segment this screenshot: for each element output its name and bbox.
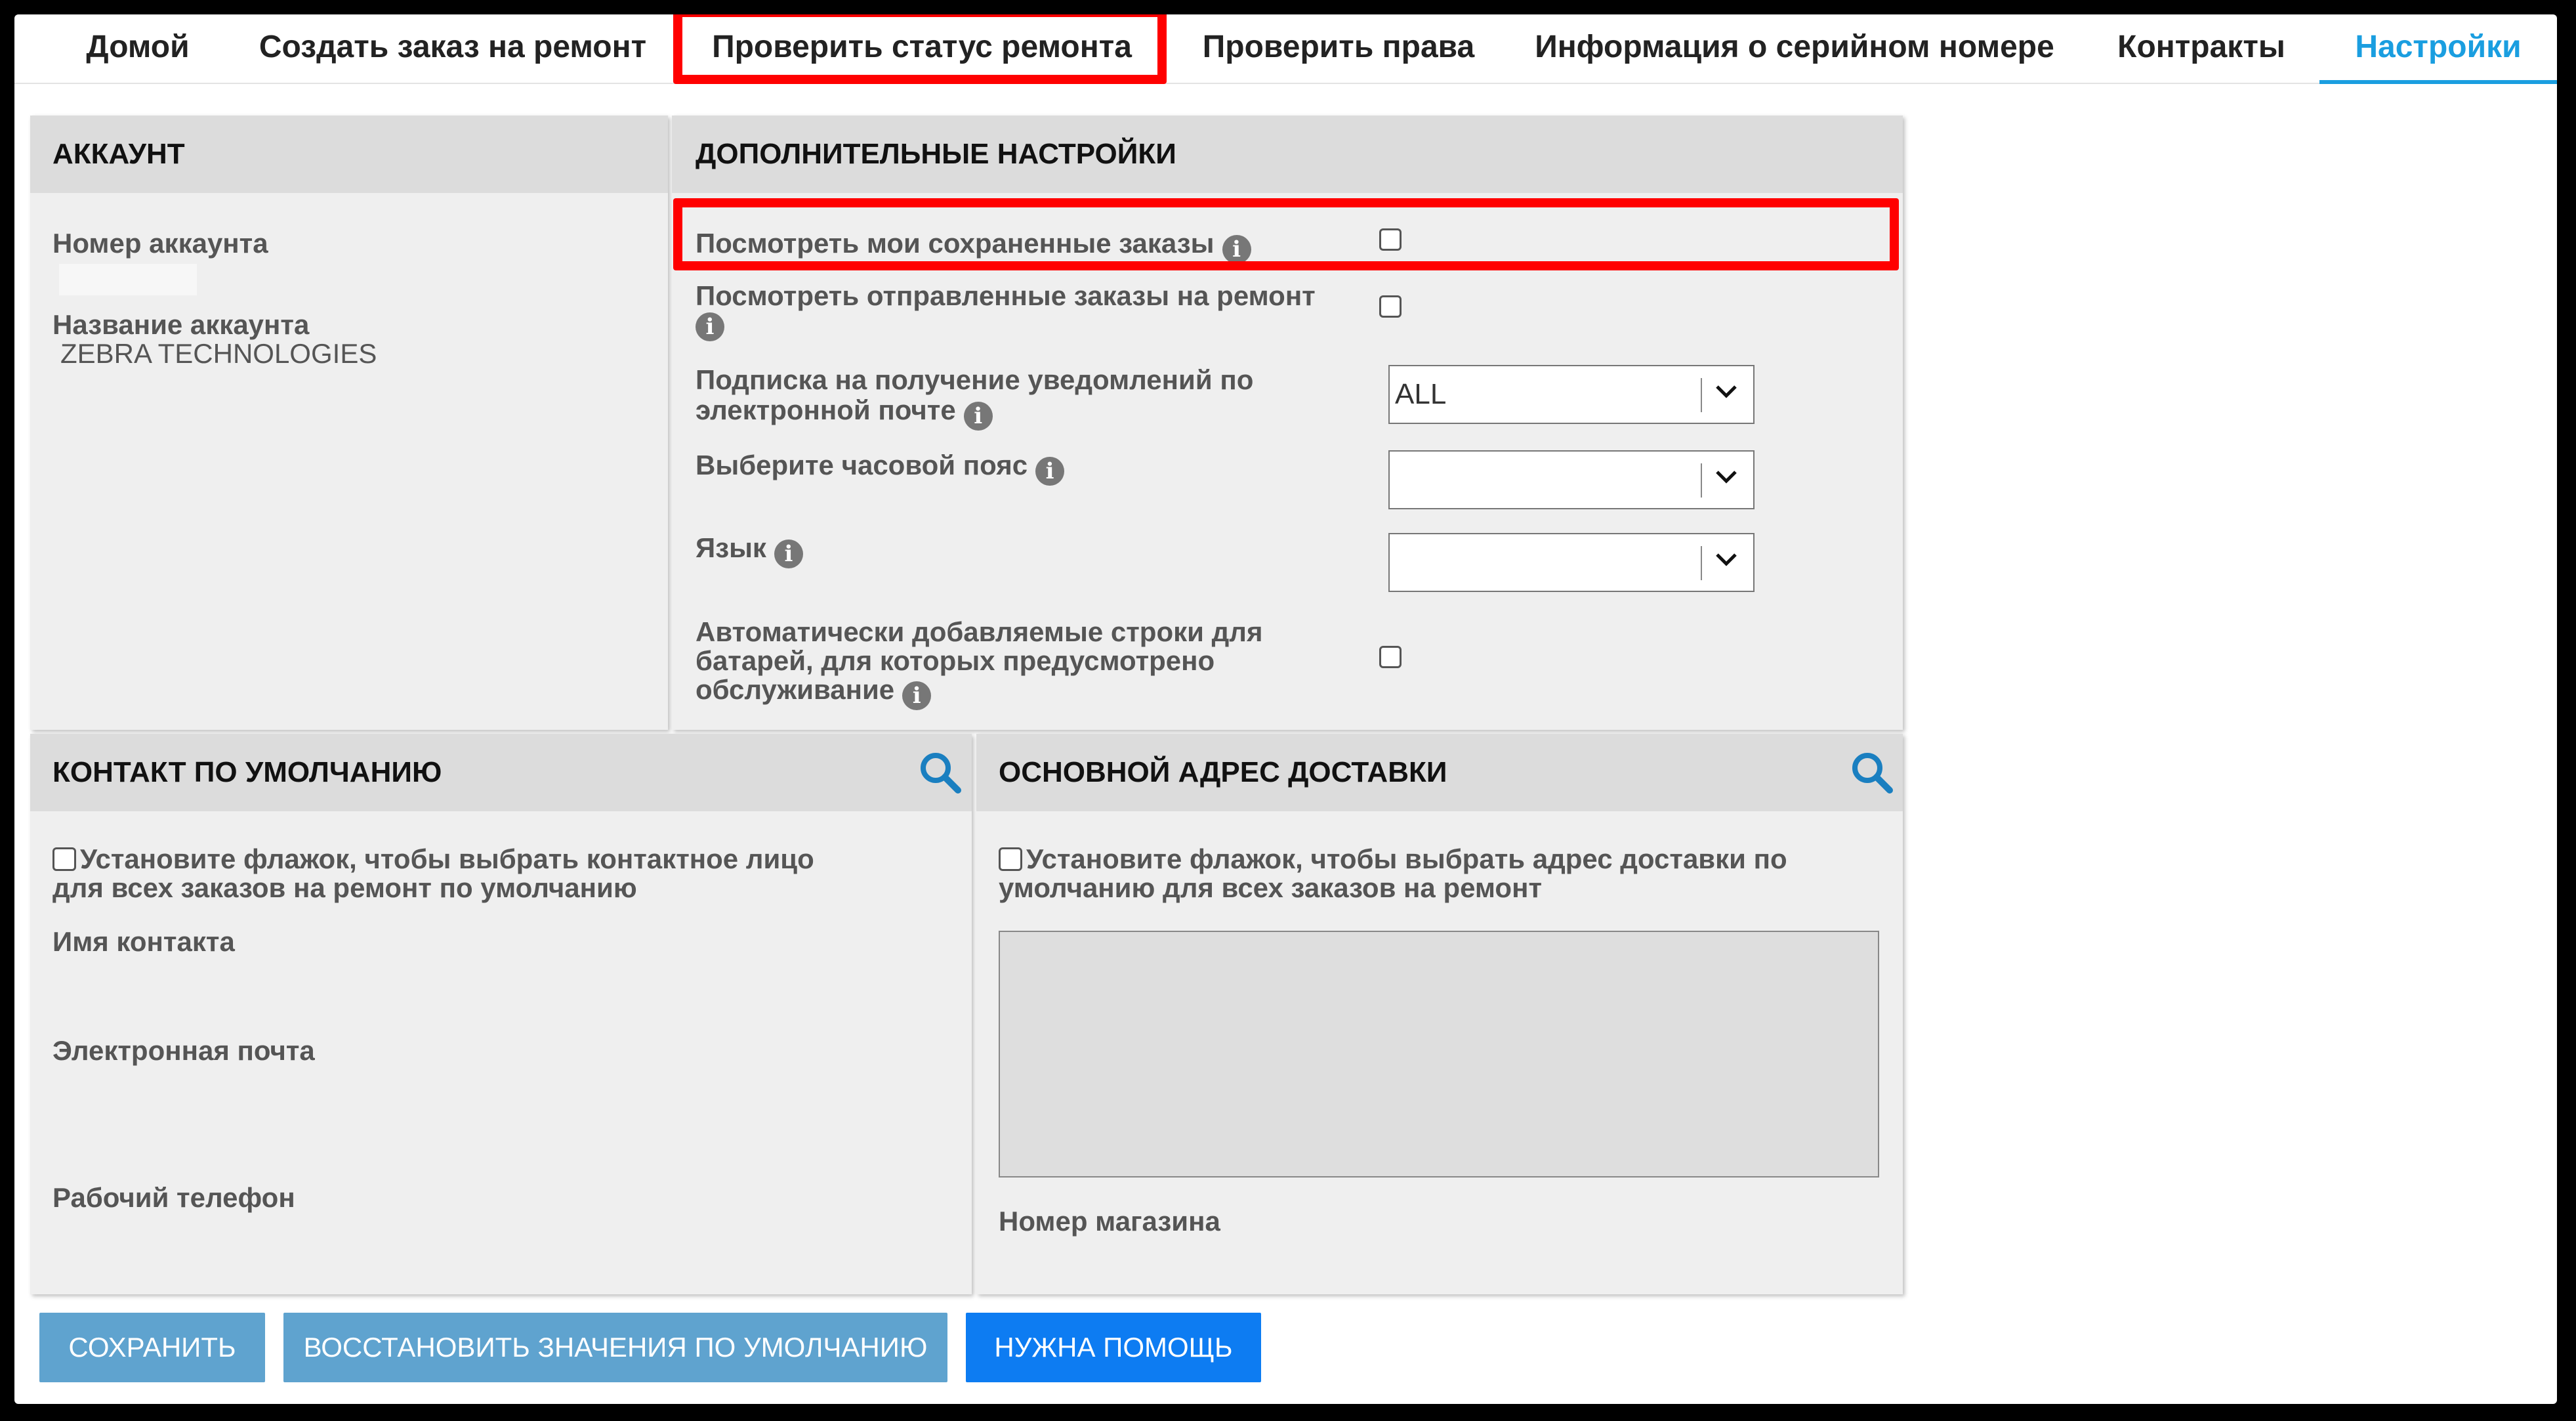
contact-phone-label: Рабочий телефон [52,1182,295,1213]
nav-settings[interactable]: Настройки [2319,14,2557,84]
contact-checkbox-label-line2: для всех заказов на ремонт по умолчанию [52,872,637,903]
contact-default-checkbox-row: Установите флажок, чтобы выбрать контакт… [52,844,814,874]
timezone-label: Выберите часовой пояс i [696,450,1065,486]
select-separator [1701,463,1702,498]
chevron-down-icon [1716,553,1737,566]
contact-email-label: Электронная почта [52,1035,315,1066]
shipping-checkbox-label-line2: умолчанию для всех заказов на ремонт [999,872,1543,903]
restore-defaults-button[interactable]: ВОССТАНОВИТЬ ЗНАЧЕНИЯ ПО УМОЛЧАНИЮ [283,1313,947,1382]
contact-panel-title: КОНТАКТ ПО УМОЛЧАНИЮ [52,756,442,788]
timezone-label-text: Выберите часовой пояс [696,450,1028,480]
info-icon[interactable]: i [1222,235,1251,264]
advanced-settings-panel: ДОПОЛНИТЕЛЬНЫЕ НАСТРОЙКИ Посмотреть мои … [672,116,1903,730]
account-panel-title: АККАУНТ [52,138,185,170]
nav-check-repair-status[interactable]: Проверить статус ремонта [696,14,1148,83]
shipping-default-checkbox-row: Установите флажок, чтобы выбрать адрес д… [999,844,1787,874]
chevron-down-icon [1716,385,1737,398]
saved-orders-label: Посмотреть мои сохраненные заказы i [696,228,1251,264]
contact-checkbox-label-line1: Установите флажок, чтобы выбрать контакт… [80,843,814,874]
info-icon[interactable]: i [1035,457,1065,486]
info-icon[interactable]: i [902,681,932,710]
need-help-button[interactable]: НУЖНА ПОМОЩЬ [966,1313,1261,1382]
store-number-label: Номер магазина [999,1206,1220,1237]
shipping-panel-title: ОСНОВНОЙ АДРЕС ДОСТАВКИ [999,756,1447,788]
shipping-checkbox-label-line1: Установите флажок, чтобы выбрать адрес д… [1026,843,1787,874]
app-window: Домой Создать заказ на ремонт Проверить … [14,14,2557,1404]
info-icon[interactable]: i [774,540,803,568]
saved-orders-label-text: Посмотреть мои сохраненные заказы [696,228,1215,259]
select-separator [1701,378,1702,412]
shipping-panel-header: ОСНОВНОЙ АДРЕС ДОСТАВКИ [976,734,1903,811]
battery-label-line2: батарей, для которых предусмотрено [696,645,1215,676]
battery-label-line3: обслуживание i [696,674,932,710]
battery-label-line1: Автоматически добавляемые строки для [696,616,1263,647]
language-label-text: Язык [696,532,766,563]
nav-create-repair-order[interactable]: Создать заказ на ремонт [236,14,669,83]
account-panel: АККАУНТ Номер аккаунта Название аккаунта… [30,116,668,730]
account-number-label: Номер аккаунта [52,228,268,259]
timezone-select[interactable] [1388,450,1755,509]
email-subscription-label-line1: Подписка на получение уведомлений по [696,364,1254,395]
account-panel-header: АККАУНТ [30,116,668,193]
language-select[interactable] [1388,533,1755,592]
search-icon[interactable] [1849,750,1895,795]
advanced-panel-header: ДОПОЛНИТЕЛЬНЫЕ НАСТРОЙКИ [672,116,1903,193]
shipping-address-textarea[interactable] [999,931,1879,1177]
email-subscription-value: ALL [1395,378,1447,410]
info-icon[interactable]: i [696,312,724,341]
email-subscription-label-text: электронной почте [696,394,956,425]
save-button[interactable]: СОХРАНИТЬ [39,1313,265,1382]
nav-contracts[interactable]: Контракты [2100,14,2303,83]
contact-panel-header: КОНТАКТ ПО УМОЛЧАНИЮ [30,734,972,811]
nav-check-entitlement[interactable]: Проверить права [1181,14,1496,83]
account-number-value [59,264,197,295]
nav-home[interactable]: Домой [72,14,203,83]
saved-orders-checkbox[interactable] [1379,228,1402,251]
search-icon[interactable] [917,750,963,795]
advanced-panel-title: ДОПОЛНИТЕЛЬНЫЕ НАСТРОЙКИ [696,138,1176,170]
shipping-address-panel: ОСНОВНОЙ АДРЕС ДОСТАВКИ Установите флажо… [976,734,1903,1294]
default-contact-panel: КОНТАКТ ПО УМОЛЧАНИЮ Установите флажок, … [30,734,972,1294]
contact-default-checkbox[interactable] [52,847,76,871]
chevron-down-icon [1716,471,1737,484]
select-separator [1701,546,1702,580]
contact-name-label: Имя контакта [52,926,235,957]
sent-orders-checkbox[interactable] [1379,295,1402,318]
nav-serial-number-info[interactable]: Информация о серийном номере [1522,14,2067,83]
info-icon[interactable]: i [963,402,993,431]
sent-orders-label: Посмотреть отправленные заказы на ремонт [696,280,1316,311]
battery-checkbox[interactable] [1379,646,1402,668]
email-subscription-label-line2: электронной почте i [696,395,993,431]
language-label: Язык i [696,533,803,568]
shipping-default-checkbox[interactable] [999,847,1022,871]
account-name-value: ZEBRA TECHNOLOGIES [60,338,377,369]
battery-label-text: обслуживание [696,674,895,705]
email-subscription-select[interactable]: ALL [1388,365,1755,424]
account-name-label: Название аккаунта [52,309,310,340]
top-nav: Домой Создать заказ на ремонт Проверить … [14,14,2557,84]
